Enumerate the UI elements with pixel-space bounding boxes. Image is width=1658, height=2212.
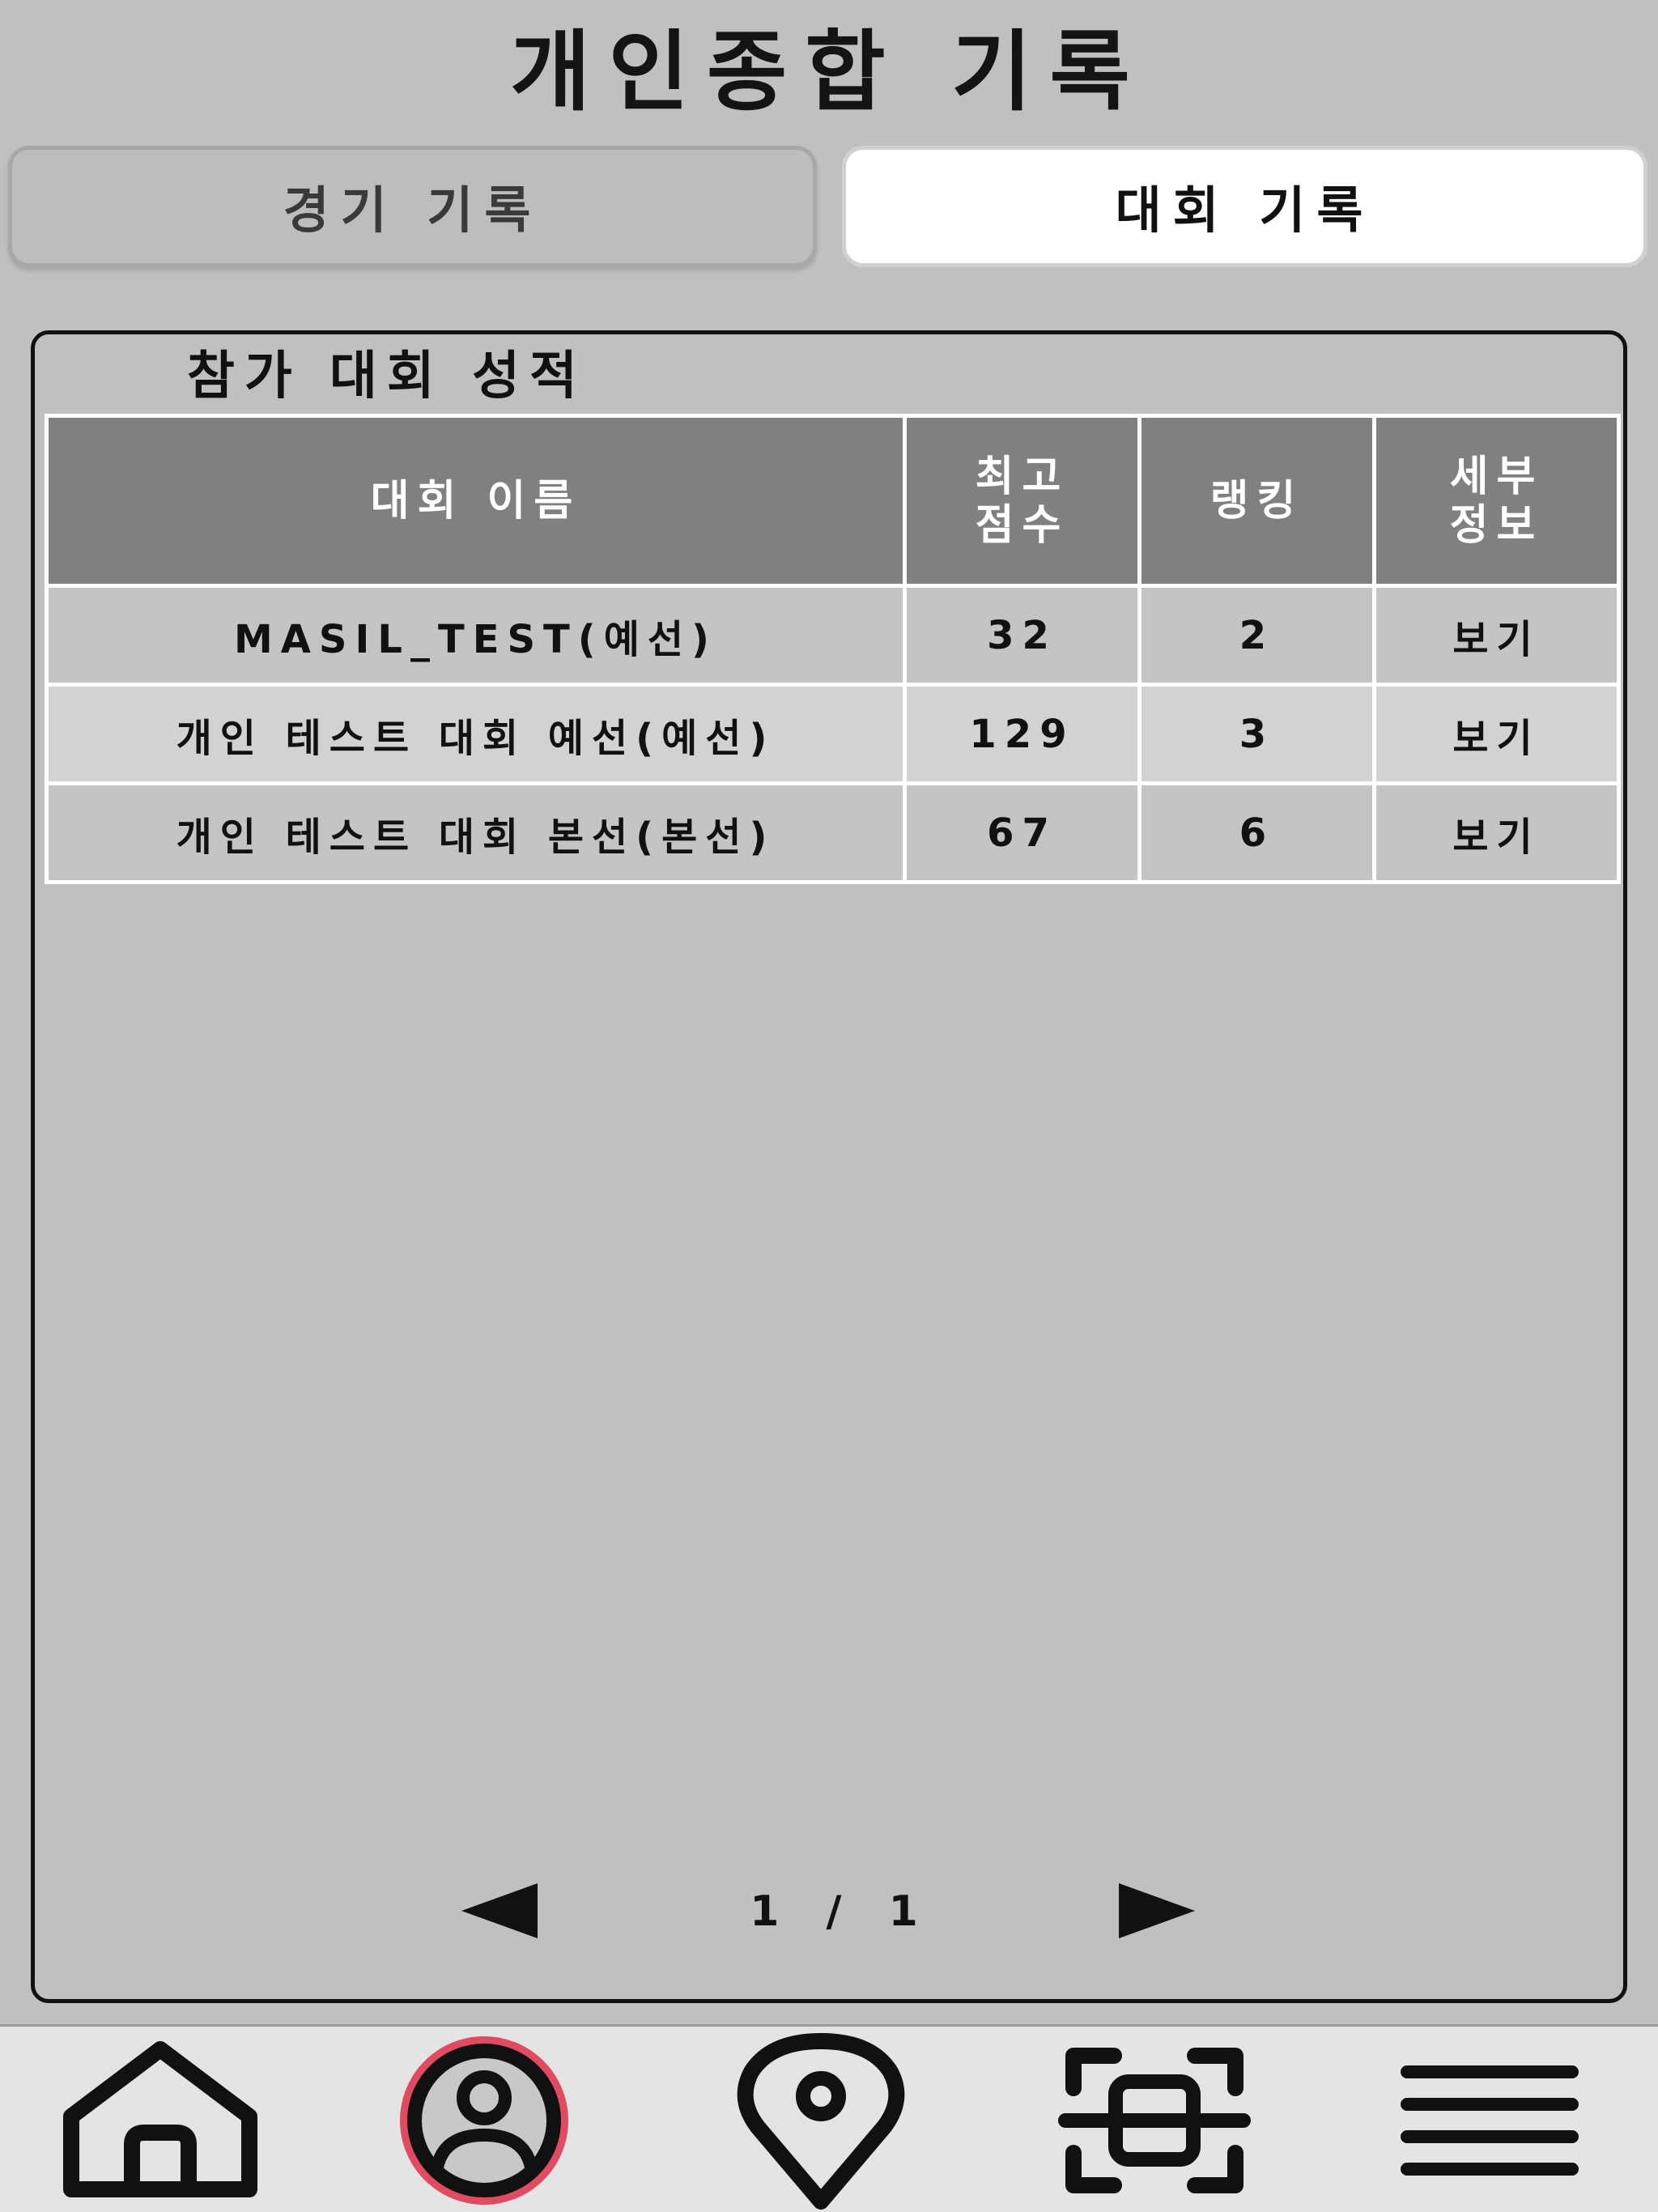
view-detail-button[interactable]: 보기: [1372, 781, 1621, 884]
nav-profile[interactable]: [355, 2027, 614, 2212]
tournament-name-cell: MASIL_TEST(예선): [45, 584, 907, 687]
home-icon: [63, 2041, 257, 2197]
view-detail-button[interactable]: 보기: [1372, 584, 1621, 687]
column-header-score: 최고 점수: [903, 414, 1141, 588]
view-detail-button[interactable]: 보기: [1372, 683, 1621, 785]
tournament-results-panel: 참가 대회 성적 대회 이름 최고 점수 랭킹 세부 정보 MASIL_TEST…: [31, 330, 1627, 2003]
nav-scan[interactable]: [1025, 2027, 1284, 2212]
column-header-detail: 세부 정보: [1372, 414, 1621, 588]
table-row: MASIL_TEST(예선) 32 2 보기: [45, 584, 1621, 687]
column-header-name: 대회 이름: [45, 414, 907, 588]
best-score-cell: 67: [903, 781, 1141, 884]
triangle-right-icon[interactable]: [1119, 1883, 1195, 1938]
triangle-left-icon[interactable]: [461, 1883, 538, 1938]
best-score-cell: 129: [903, 683, 1141, 785]
tournament-name-cell: 개인 테스트 대회 예선(예선): [45, 683, 907, 785]
column-header-score-label: 최고 점수: [975, 452, 1069, 550]
ranking-cell: 6: [1137, 781, 1376, 884]
tab-match-records[interactable]: 경기 기록: [8, 146, 817, 267]
table-header-row: 대회 이름 최고 점수 랭킹 세부 정보: [45, 414, 1621, 588]
column-header-detail-label: 세부 정보: [1449, 452, 1544, 550]
ranking-cell: 3: [1137, 683, 1376, 785]
user-profile-icon: [400, 2036, 568, 2205]
location-pin-icon: [737, 2033, 905, 2210]
results-table: 대회 이름 최고 점수 랭킹 세부 정보 MASIL_TEST(예선) 32 2…: [45, 414, 1621, 884]
bottom-nav: [0, 2024, 1658, 2212]
hamburger-menu-icon: [1401, 2065, 1579, 2176]
table-row: 개인 테스트 대회 예선(예선) 129 3 보기: [45, 683, 1621, 785]
table-row: 개인 테스트 대회 본선(본선) 67 6 보기: [45, 781, 1621, 884]
nav-menu[interactable]: [1360, 2027, 1619, 2212]
nav-home[interactable]: [31, 2027, 290, 2212]
column-header-rank: 랭킹: [1137, 414, 1376, 588]
page-indicator: 1 / 1: [750, 1887, 934, 1936]
ranking-cell: 2: [1137, 584, 1376, 687]
nav-location[interactable]: [691, 2027, 950, 2212]
tournament-name-cell: 개인 테스트 대회 본선(본선): [45, 781, 907, 884]
page-title: 개인종합 기록: [510, 22, 1148, 123]
qr-scan-icon: [1058, 2048, 1251, 2193]
pagination: 1 / 1: [437, 1883, 1214, 1956]
best-score-cell: 32: [903, 584, 1141, 687]
tab-tournament-records[interactable]: 대회 기록: [842, 146, 1647, 267]
panel-title: 참가 대회 성적: [187, 347, 587, 406]
